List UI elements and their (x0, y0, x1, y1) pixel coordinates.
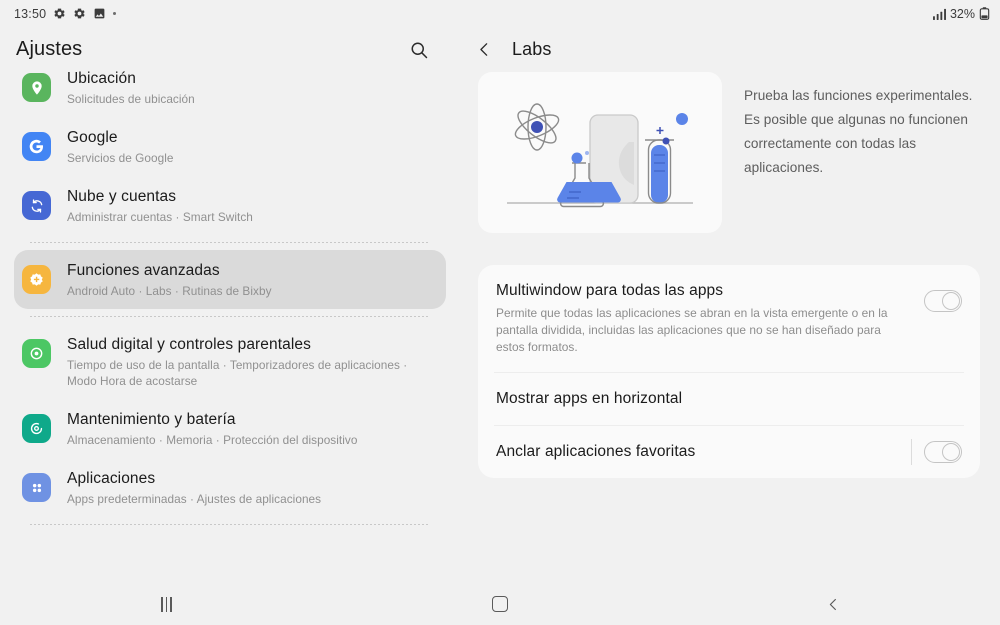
toggle-divider (911, 439, 912, 465)
labs-detail-pane: Labs Prueba las funciones experimentales… (460, 27, 1000, 583)
battery-percent: 32% (949, 6, 975, 21)
sidebar-item-label: Salud digital y controles parentales (67, 336, 311, 353)
location-pin-icon (22, 73, 51, 102)
cloud-sync-icon (22, 191, 51, 220)
pref-toggle-wrap (924, 290, 962, 312)
sidebar-item-sub: Administrar cuentas · Smart Switch (67, 210, 253, 224)
pref-texts: Anclar aplicaciones favoritas (496, 441, 911, 463)
sidebar-item-texts: Mantenimiento y batería Almacenamiento ·… (67, 409, 436, 448)
sidebar-items: Ubicación Solicitudes de ubicación Googl… (0, 58, 460, 525)
detail-title: Labs (512, 39, 552, 59)
chevron-left-icon[interactable] (470, 36, 498, 64)
sidebar-item-texts: Nube y cuentas Administrar cuentas · Sma… (67, 186, 436, 225)
dot-icon (113, 12, 117, 15)
gear-icon (73, 7, 86, 20)
battery-icon (979, 7, 990, 20)
image-icon (93, 7, 106, 20)
status-bar-right: 32% (933, 7, 990, 21)
sidebar-item-nube-y-cuentas[interactable]: Nube y cuentas Administrar cuentas · Sma… (14, 176, 446, 235)
sidebar-item-texts: Ubicación Solicitudes de ubicación (67, 68, 436, 107)
sidebar-item-ubicacion[interactable]: Ubicación Solicitudes de ubicación (14, 58, 446, 117)
sidebar-item-sub: Almacenamiento · Memoria · Protección de… (67, 433, 358, 447)
toggle-knob (942, 292, 960, 310)
sidebar-item-mantenimiento-y-bateria[interactable]: Mantenimiento y batería Almacenamiento ·… (14, 399, 446, 458)
home-glyph (491, 596, 508, 612)
back-icon[interactable] (801, 583, 865, 625)
gear-icon (53, 7, 66, 20)
android-navigation-bar (0, 583, 1000, 625)
sidebar-item-funciones-avanzadas[interactable]: Funciones avanzadas Android Auto · Labs … (14, 250, 446, 309)
signal-bars-icon (933, 8, 946, 20)
sidebar-divider (30, 242, 430, 243)
page-title: Ajustes (16, 38, 83, 60)
pref-texts: Multiwindow para todas las apps Permite … (496, 280, 924, 356)
sidebar-item-texts: Funciones avanzadas Android Auto · Labs … (67, 260, 436, 299)
sidebar-item-sub: Tiempo de uso de la pantalla · Temporiza… (67, 358, 408, 388)
home-icon[interactable] (468, 583, 532, 625)
pref-row-anclar-aplicaciones-favoritas[interactable]: Anclar aplicaciones favoritas (478, 426, 980, 478)
sidebar-item-sub: Android Auto · Labs · Rutinas de Bixby (67, 284, 272, 298)
sidebar-item-label: Ubicación (67, 70, 136, 87)
recents-glyph (161, 596, 173, 612)
sidebar-item-texts: Google Servicios de Google (67, 127, 436, 166)
google-g-icon (22, 132, 51, 161)
settings-sidebar: Ajustes Ubicación Solicitudes de ubicaci… (0, 27, 460, 583)
sidebar-item-texts: Salud digital y controles parentales Tie… (67, 334, 436, 389)
sidebar-item-sub: Servicios de Google (67, 151, 174, 165)
settings-screen: 13:50 32% Ajustes Ubicación Solicitudes … (0, 0, 1000, 625)
sidebar-item-label: Aplicaciones (67, 470, 156, 487)
pref-title: Anclar aplicaciones favoritas (496, 443, 696, 460)
sidebar-item-google[interactable]: Google Servicios de Google (14, 117, 446, 176)
advanced-features-icon (22, 265, 51, 294)
sidebar-item-sub: Apps predeterminadas · Ajustes de aplica… (67, 492, 322, 506)
anclar-favoritas-toggle[interactable] (924, 441, 962, 463)
pref-title: Mostrar apps en horizontal (496, 390, 683, 407)
sidebar-item-label: Funciones avanzadas (67, 262, 220, 279)
pref-title: Multiwindow para todas las apps (496, 282, 724, 299)
digital-wellbeing-icon (22, 339, 51, 368)
pref-texts: Mostrar apps en horizontal (496, 388, 962, 410)
pref-row-mostrar-apps-en-horizontal[interactable]: Mostrar apps en horizontal (478, 373, 980, 425)
sidebar-divider (30, 316, 430, 317)
sidebar-item-label: Nube y cuentas (67, 188, 177, 205)
preferences-card: Multiwindow para todas las apps Permite … (478, 265, 980, 478)
recents-icon[interactable] (135, 583, 199, 625)
detail-header: Labs (460, 27, 1000, 72)
pref-toggle-wrap (911, 439, 962, 465)
hero-row: Prueba las funciones experimentales. Es … (460, 72, 1000, 233)
apps-grid-icon (22, 473, 51, 502)
pref-row-multiwindow-para-todas-las-apps[interactable]: Multiwindow para todas las apps Permite … (478, 265, 980, 372)
search-icon[interactable] (406, 37, 432, 63)
hero-description: Prueba las funciones experimentales. Es … (744, 88, 973, 175)
sidebar-item-texts: Aplicaciones Apps predeterminadas · Ajus… (67, 468, 436, 507)
pref-description: Permite que todas las aplicaciones se ab… (496, 306, 888, 354)
device-care-icon (22, 414, 51, 443)
sidebar-item-label: Google (67, 129, 118, 146)
labs-science-illustration (478, 72, 722, 233)
sidebar-divider (30, 524, 430, 525)
status-bar-left: 13:50 (14, 6, 117, 21)
multiwindow-toggle[interactable] (924, 290, 962, 312)
sidebar-item-salud-digital[interactable]: Salud digital y controles parentales Tie… (14, 324, 446, 399)
sidebar-item-aplicaciones[interactable]: Aplicaciones Apps predeterminadas · Ajus… (14, 458, 446, 517)
sidebar-item-sub: Solicitudes de ubicación (67, 92, 195, 106)
status-time: 13:50 (14, 6, 47, 21)
toggle-knob (942, 443, 960, 461)
sidebar-item-label: Mantenimiento y batería (67, 411, 236, 428)
status-bar: 13:50 32% (0, 0, 1000, 27)
